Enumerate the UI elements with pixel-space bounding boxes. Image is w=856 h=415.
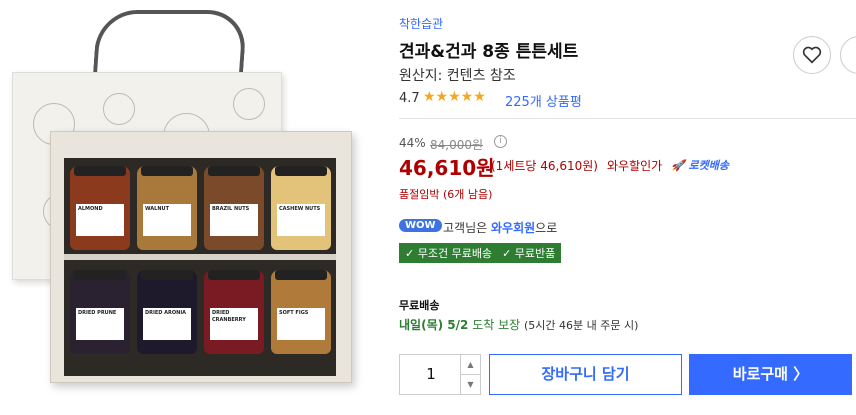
benefit-item: ✓ 무조건 무료배송: [405, 247, 493, 260]
quantity-stepper[interactable]: 1 ▲ ▼: [399, 354, 481, 395]
jar-cranberry: DRIED CRANBERRY: [204, 270, 264, 354]
jar-brazil-nuts: BRAZIL NUTS: [204, 166, 264, 250]
jar-cashew: CASHEW NUTS: [271, 166, 331, 250]
jar-walnut: WALNUT: [137, 166, 197, 250]
review-count-link[interactable]: 225개 상품평: [505, 91, 582, 110]
heart-icon: [802, 46, 822, 64]
unit-price: (1세트당 46,610원): [491, 159, 598, 173]
share-button[interactable]: [840, 36, 856, 74]
product-title: 견과&건과 8종 튼튼세트: [399, 42, 579, 62]
rating-value: 4.7: [399, 91, 420, 106]
add-to-cart-button[interactable]: 장바구니 담기: [489, 354, 682, 395]
jar-tray: ALMOND WALNUT BRAZIL NUTS CASHEW NUTS DR…: [64, 158, 336, 376]
benefit-badge: ✓ 무조건 무료배송 ✓ 무료반품: [399, 243, 562, 263]
divider: [399, 118, 856, 119]
product-image[interactable]: ALMOND WALNUT BRAZIL NUTS CASHEW NUTS DR…: [0, 0, 380, 415]
check-icon: ✓: [502, 247, 512, 260]
quantity-increase-button[interactable]: ▲: [460, 355, 480, 375]
info-icon[interactable]: i: [494, 135, 507, 148]
shipping-date: 내일(목) 5/2 도착 보장 (5시간 46분 내 주문 시): [399, 318, 639, 332]
wishlist-button[interactable]: [793, 36, 831, 74]
current-price: 46,610원: [399, 156, 495, 180]
check-icon: ✓: [405, 247, 415, 260]
jar-almond: ALMOND: [70, 166, 130, 250]
wow-badge: WOW: [399, 219, 442, 232]
jar-figs: SOFT FIGS: [271, 270, 331, 354]
star-rating-icon: ★★★★★: [423, 89, 486, 105]
original-price: 84,000원: [430, 138, 484, 152]
discount-rate: 44%: [399, 136, 426, 150]
jar-prune: DRIED PRUNE: [70, 270, 130, 354]
wow-discount-label: 와우할인가: [607, 159, 663, 173]
benefit-item: ✓ 무료반품: [502, 247, 556, 260]
brand-link[interactable]: 착한습관: [399, 15, 443, 32]
quantity-input[interactable]: 1: [400, 355, 462, 394]
bag-handle: [92, 10, 248, 80]
stock-status: 품절임박 (6개 남음): [399, 188, 493, 201]
buy-now-button[interactable]: 바로구매 〉: [689, 354, 852, 395]
jar-aronia: DRIED ARONIA: [137, 270, 197, 354]
product-origin: 원산지: 컨텐츠 참조: [399, 68, 516, 84]
shipping-title: 무료배송: [399, 299, 440, 312]
rocket-delivery-badge: 🚀 로켓배송: [671, 159, 730, 172]
quantity-decrease-button[interactable]: ▼: [460, 375, 480, 394]
wow-member-text: 고객님은 와우회원으로: [443, 221, 558, 235]
